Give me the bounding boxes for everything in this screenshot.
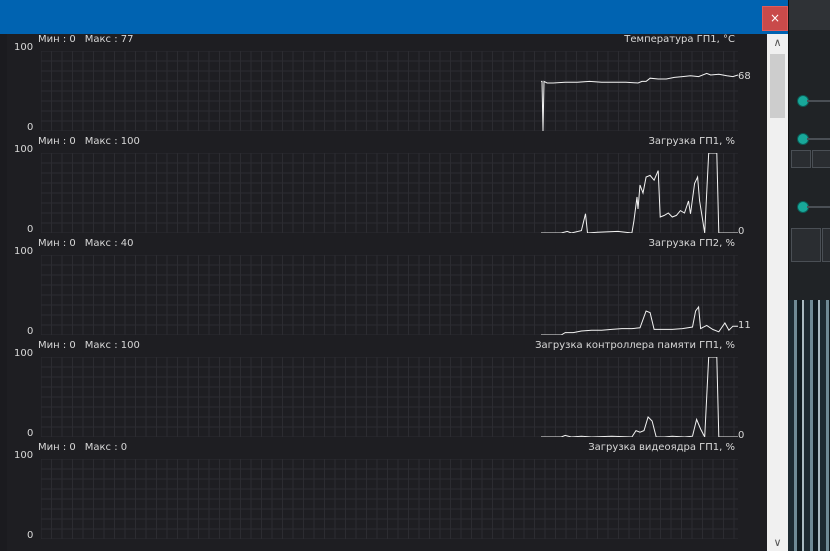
graph-plot-area [41, 153, 738, 233]
graph-plot-area [41, 51, 738, 131]
graph-min-label: Мин : 0 [38, 340, 76, 351]
graph-y-min-label: 0 [27, 530, 34, 541]
close-button[interactable]: × [762, 6, 788, 31]
graph-title: Температура ГП1, °C [624, 34, 735, 45]
background-panel-header [789, 0, 830, 30]
background-control-panel [788, 0, 830, 300]
graph-y-max-label: 100 [14, 144, 34, 155]
graph-y-max-label: 100 [14, 348, 34, 359]
background-image [788, 300, 830, 551]
graph-min-label: Мин : 0 [38, 136, 76, 147]
graphs-panel[interactable]: Мин : 0 Макс : 77 Температура ГП1, °C 100 0 6… [7, 34, 767, 551]
scroll-up-arrow-icon[interactable]: ∧ [767, 34, 788, 51]
graph-min-max: Мин : 0 Макс : 77 [38, 34, 134, 45]
graph-panel: Мин : 0 Макс : 100 Загрузка контроллера па… [7, 340, 767, 442]
graph-min-max: Мин : 0 Макс : 100 [38, 136, 140, 147]
background-tool-button [791, 228, 821, 262]
graph-y-max-label: 100 [14, 246, 34, 257]
graph-y-min-label: 0 [27, 326, 34, 337]
graph-plot-area [41, 357, 738, 437]
background-slider-track [807, 138, 830, 140]
graph-panel: Мин : 0 Макс : 0 Загрузка видеоядра ГП1, %… [7, 442, 767, 544]
graph-min-max: Мин : 0 Макс : 40 [38, 238, 134, 249]
graph-y-min-label: 0 [27, 224, 34, 235]
graph-y-min-label: 0 [27, 122, 34, 133]
graph-min-label: Мин : 0 [38, 34, 76, 45]
background-link-icon [791, 150, 811, 168]
background-slider-track [807, 206, 830, 208]
graph-title: Загрузка ГП2, % [648, 238, 735, 249]
graph-panel: Мин : 0 Макс : 40 Загрузка ГП2, % 100 0 11 [7, 238, 767, 340]
graph-y-max-label: 100 [14, 42, 34, 53]
graph-y-min-label: 0 [27, 428, 34, 439]
graph-current-value: 0 [738, 226, 745, 237]
graph-plot-area [41, 459, 738, 539]
graph-current-value: 11 [738, 320, 751, 332]
graph-current-value: 0 [738, 430, 745, 441]
graph-plot-area [41, 255, 738, 335]
vertical-scrollbar[interactable]: ∧ ∨ [767, 34, 788, 551]
graph-title: Загрузка контроллера памяти ГП1, % [535, 340, 735, 351]
scroll-down-arrow-icon[interactable]: ∨ [767, 534, 788, 551]
background-slider-track [807, 100, 830, 102]
background-tool-button [822, 228, 830, 262]
graph-min-max: Мин : 0 Макс : 0 [38, 442, 127, 453]
title-bar[interactable]: × [0, 0, 788, 34]
graph-min-max: Мин : 0 Макс : 100 [38, 340, 140, 351]
monitoring-window: × Мин : 0 Макс : 77 Температура ГП1, °C 100… [0, 0, 788, 551]
graph-title: Загрузка ГП1, % [648, 136, 735, 147]
graph-max-label: Макс : 100 [84, 340, 140, 351]
graph-min-label: Мин : 0 [38, 238, 76, 249]
graph-max-label: Макс : 40 [84, 238, 134, 249]
graph-panel: Мин : 0 Макс : 77 Температура ГП1, °C 100 0 6… [7, 34, 767, 136]
graph-current-value: 68 [738, 70, 751, 82]
scrollbar-thumb[interactable] [770, 54, 785, 118]
background-button [812, 150, 830, 168]
graph-max-label: Макс : 100 [84, 136, 140, 147]
graph-min-label: Мин : 0 [38, 442, 76, 453]
graph-y-max-label: 100 [14, 450, 34, 461]
graph-max-label: Макс : 77 [84, 34, 134, 45]
graph-panel: Мин : 0 Макс : 100 Загрузка ГП1, % 100 0 0 [7, 136, 767, 238]
graph-title: Загрузка видеоядра ГП1, % [588, 442, 735, 453]
graph-max-label: Макс : 0 [84, 442, 128, 453]
